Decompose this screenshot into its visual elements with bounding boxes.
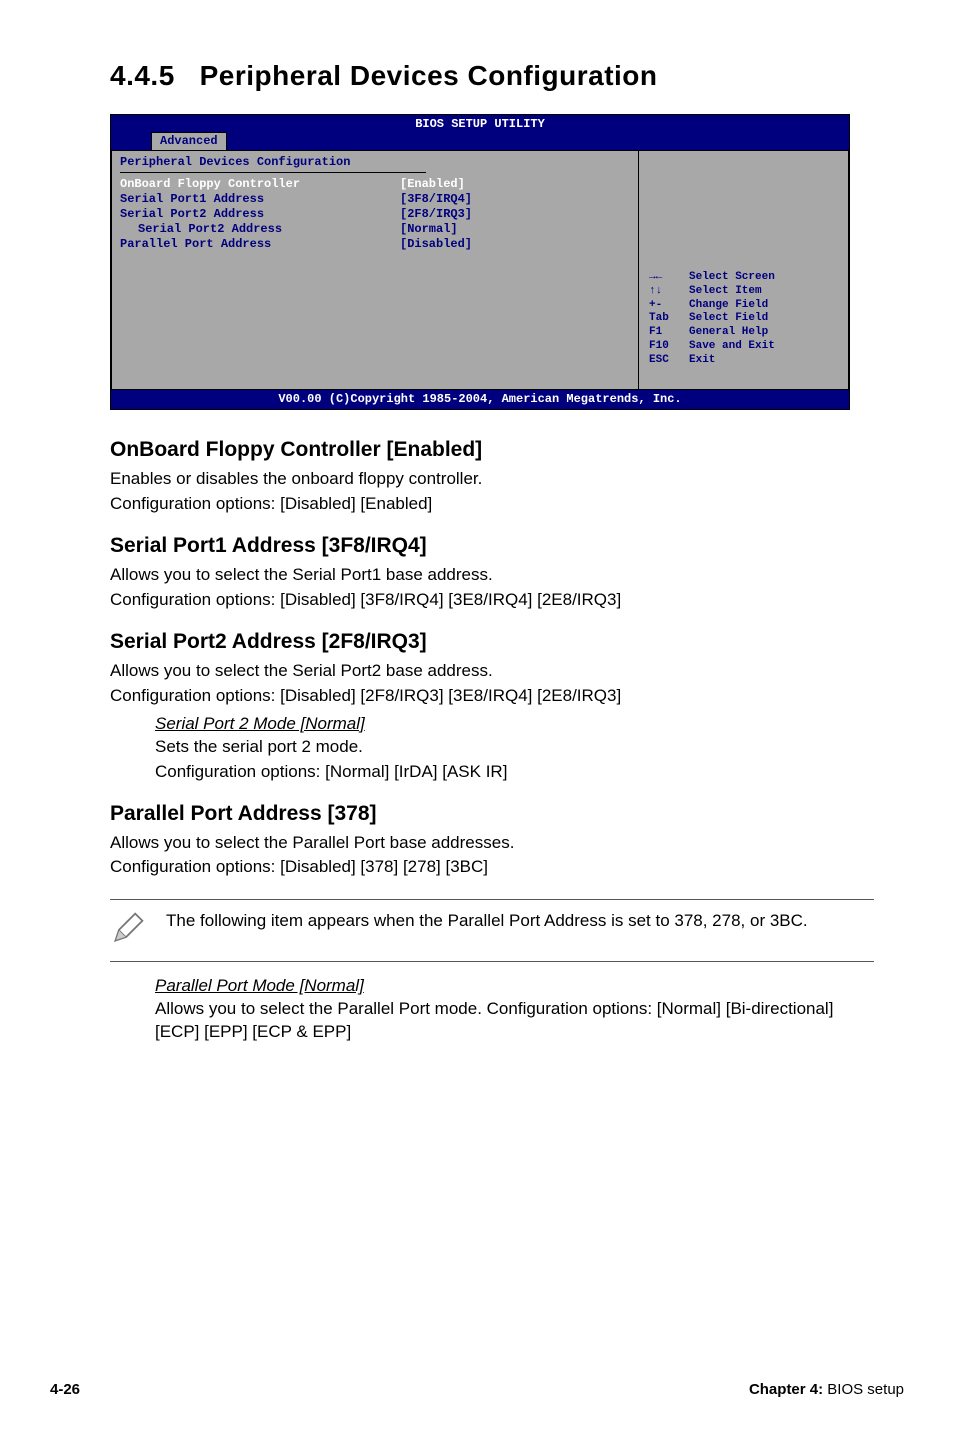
body-text: Configuration options: [Disabled] [378] … [110,856,874,879]
page-number: 4-26 [50,1381,80,1398]
bios-right-panel: →←Select Screen ↑↓Select Item +-Change F… [639,150,849,390]
bios-option-value: [Enabled] [400,177,465,192]
bios-option-label: Parallel Port Address [120,237,400,252]
body-text: Allows you to select the Serial Port2 ba… [110,660,874,683]
heading-parallel-port: Parallel Port Address [378] [110,802,874,826]
content-area: OnBoard Floppy Controller [Enabled] Enab… [50,438,904,1044]
body-text: Allows you to select the Parallel Port m… [155,998,874,1044]
note-box: The following item appears when the Para… [110,899,874,962]
bios-help-desc: General Help [689,326,768,340]
body-text: Allows you to select the Parallel Port b… [110,832,874,855]
note-text: The following item appears when the Para… [166,910,874,933]
bios-help-row: ↑↓Select Item [649,285,775,299]
bios-help-key: F10 [649,340,689,354]
bios-option-row: Parallel Port Address [Disabled] [120,237,630,252]
bios-help-key: F1 [649,326,689,340]
bios-help-key: →← [649,271,689,285]
bios-help-desc: Change Field [689,299,768,313]
bios-help-desc: Save and Exit [689,340,775,354]
bios-option-label: Serial Port2 Address [120,222,400,237]
bios-tab-bar: Advanced [111,132,849,150]
bios-option-value: [Disabled] [400,237,472,252]
heading-onboard-floppy: OnBoard Floppy Controller [Enabled] [110,438,874,462]
bios-option-label: OnBoard Floppy Controller [120,177,400,192]
sub-section: Parallel Port Mode [Normal] Allows you t… [110,976,874,1044]
section-name: Peripheral Devices Configuration [200,60,658,91]
bios-help-row: F1General Help [649,326,775,340]
section-number: 4.4.5 [110,60,175,91]
sub-heading-parallel-mode: Parallel Port Mode [Normal] [155,976,874,996]
bios-tab-advanced: Advanced [151,132,227,150]
bios-help-key: +- [649,299,689,313]
body-text: Configuration options: [Normal] [IrDA] [… [155,761,874,784]
bios-option-label: Serial Port1 Address [120,192,400,207]
body-text: Sets the serial port 2 mode. [155,736,874,759]
section-title: 4.4.5 Peripheral Devices Configuration [50,60,904,92]
bios-left-panel: Peripheral Devices Configuration OnBoard… [111,150,639,390]
bios-screenshot: BIOS SETUP UTILITY Advanced Peripheral D… [110,114,850,410]
body-text: Allows you to select the Serial Port1 ba… [110,564,874,587]
heading-serial-port2: Serial Port2 Address [2F8/IRQ3] [110,630,874,654]
body-text: Configuration options: [Disabled] [3F8/I… [110,589,874,612]
bios-help-key: ↑↓ [649,285,689,299]
bios-footer: V00.00 (C)Copyright 1985-2004, American … [111,390,849,409]
bios-help-desc: Exit [689,354,715,368]
bios-option-row: Serial Port2 Address [2F8/IRQ3] [120,207,630,222]
bios-help-desc: Select Item [689,285,762,299]
bios-option-value: [3F8/IRQ4] [400,192,472,207]
body-text: Enables or disables the onboard floppy c… [110,468,874,491]
note-pencil-icon [110,910,146,951]
bios-option-label: Serial Port2 Address [120,207,400,222]
chapter-rest: BIOS setup [823,1381,904,1398]
bios-help-desc: Select Screen [689,271,775,285]
bios-option-value: [2F8/IRQ3] [400,207,472,222]
bios-help-row: ESCExit [649,354,775,368]
bios-help-key: Tab [649,312,689,326]
bios-help-desc: Select Field [689,312,768,326]
chapter-label: Chapter 4: BIOS setup [749,1381,904,1398]
sub-heading-serial2-mode: Serial Port 2 Mode [Normal] [155,714,874,734]
bios-help-block: →←Select Screen ↑↓Select Item +-Change F… [649,271,775,367]
bios-help-row: F10Save and Exit [649,340,775,354]
bios-help-row: TabSelect Field [649,312,775,326]
bios-option-row: OnBoard Floppy Controller [Enabled] [120,177,630,192]
bios-option-value: [Normal] [400,222,458,237]
bios-option-row: Serial Port1 Address [3F8/IRQ4] [120,192,630,207]
heading-serial-port1: Serial Port1 Address [3F8/IRQ4] [110,534,874,558]
bios-separator [120,172,426,173]
body-text: Configuration options: [Disabled] [2F8/I… [110,685,874,708]
bios-header: BIOS SETUP UTILITY [111,115,849,132]
sub-section: Serial Port 2 Mode [Normal] Sets the ser… [110,714,874,784]
bios-help-row: →←Select Screen [649,271,775,285]
page-footer: 4-26 Chapter 4: BIOS setup [50,1381,904,1398]
bios-panel-title: Peripheral Devices Configuration [120,155,630,170]
bios-option-row: Serial Port2 Address [Normal] [120,222,630,237]
body-text: Configuration options: [Disabled] [Enabl… [110,493,874,516]
bios-help-row: +-Change Field [649,299,775,313]
chapter-bold: Chapter 4: [749,1381,823,1398]
bios-help-key: ESC [649,354,689,368]
